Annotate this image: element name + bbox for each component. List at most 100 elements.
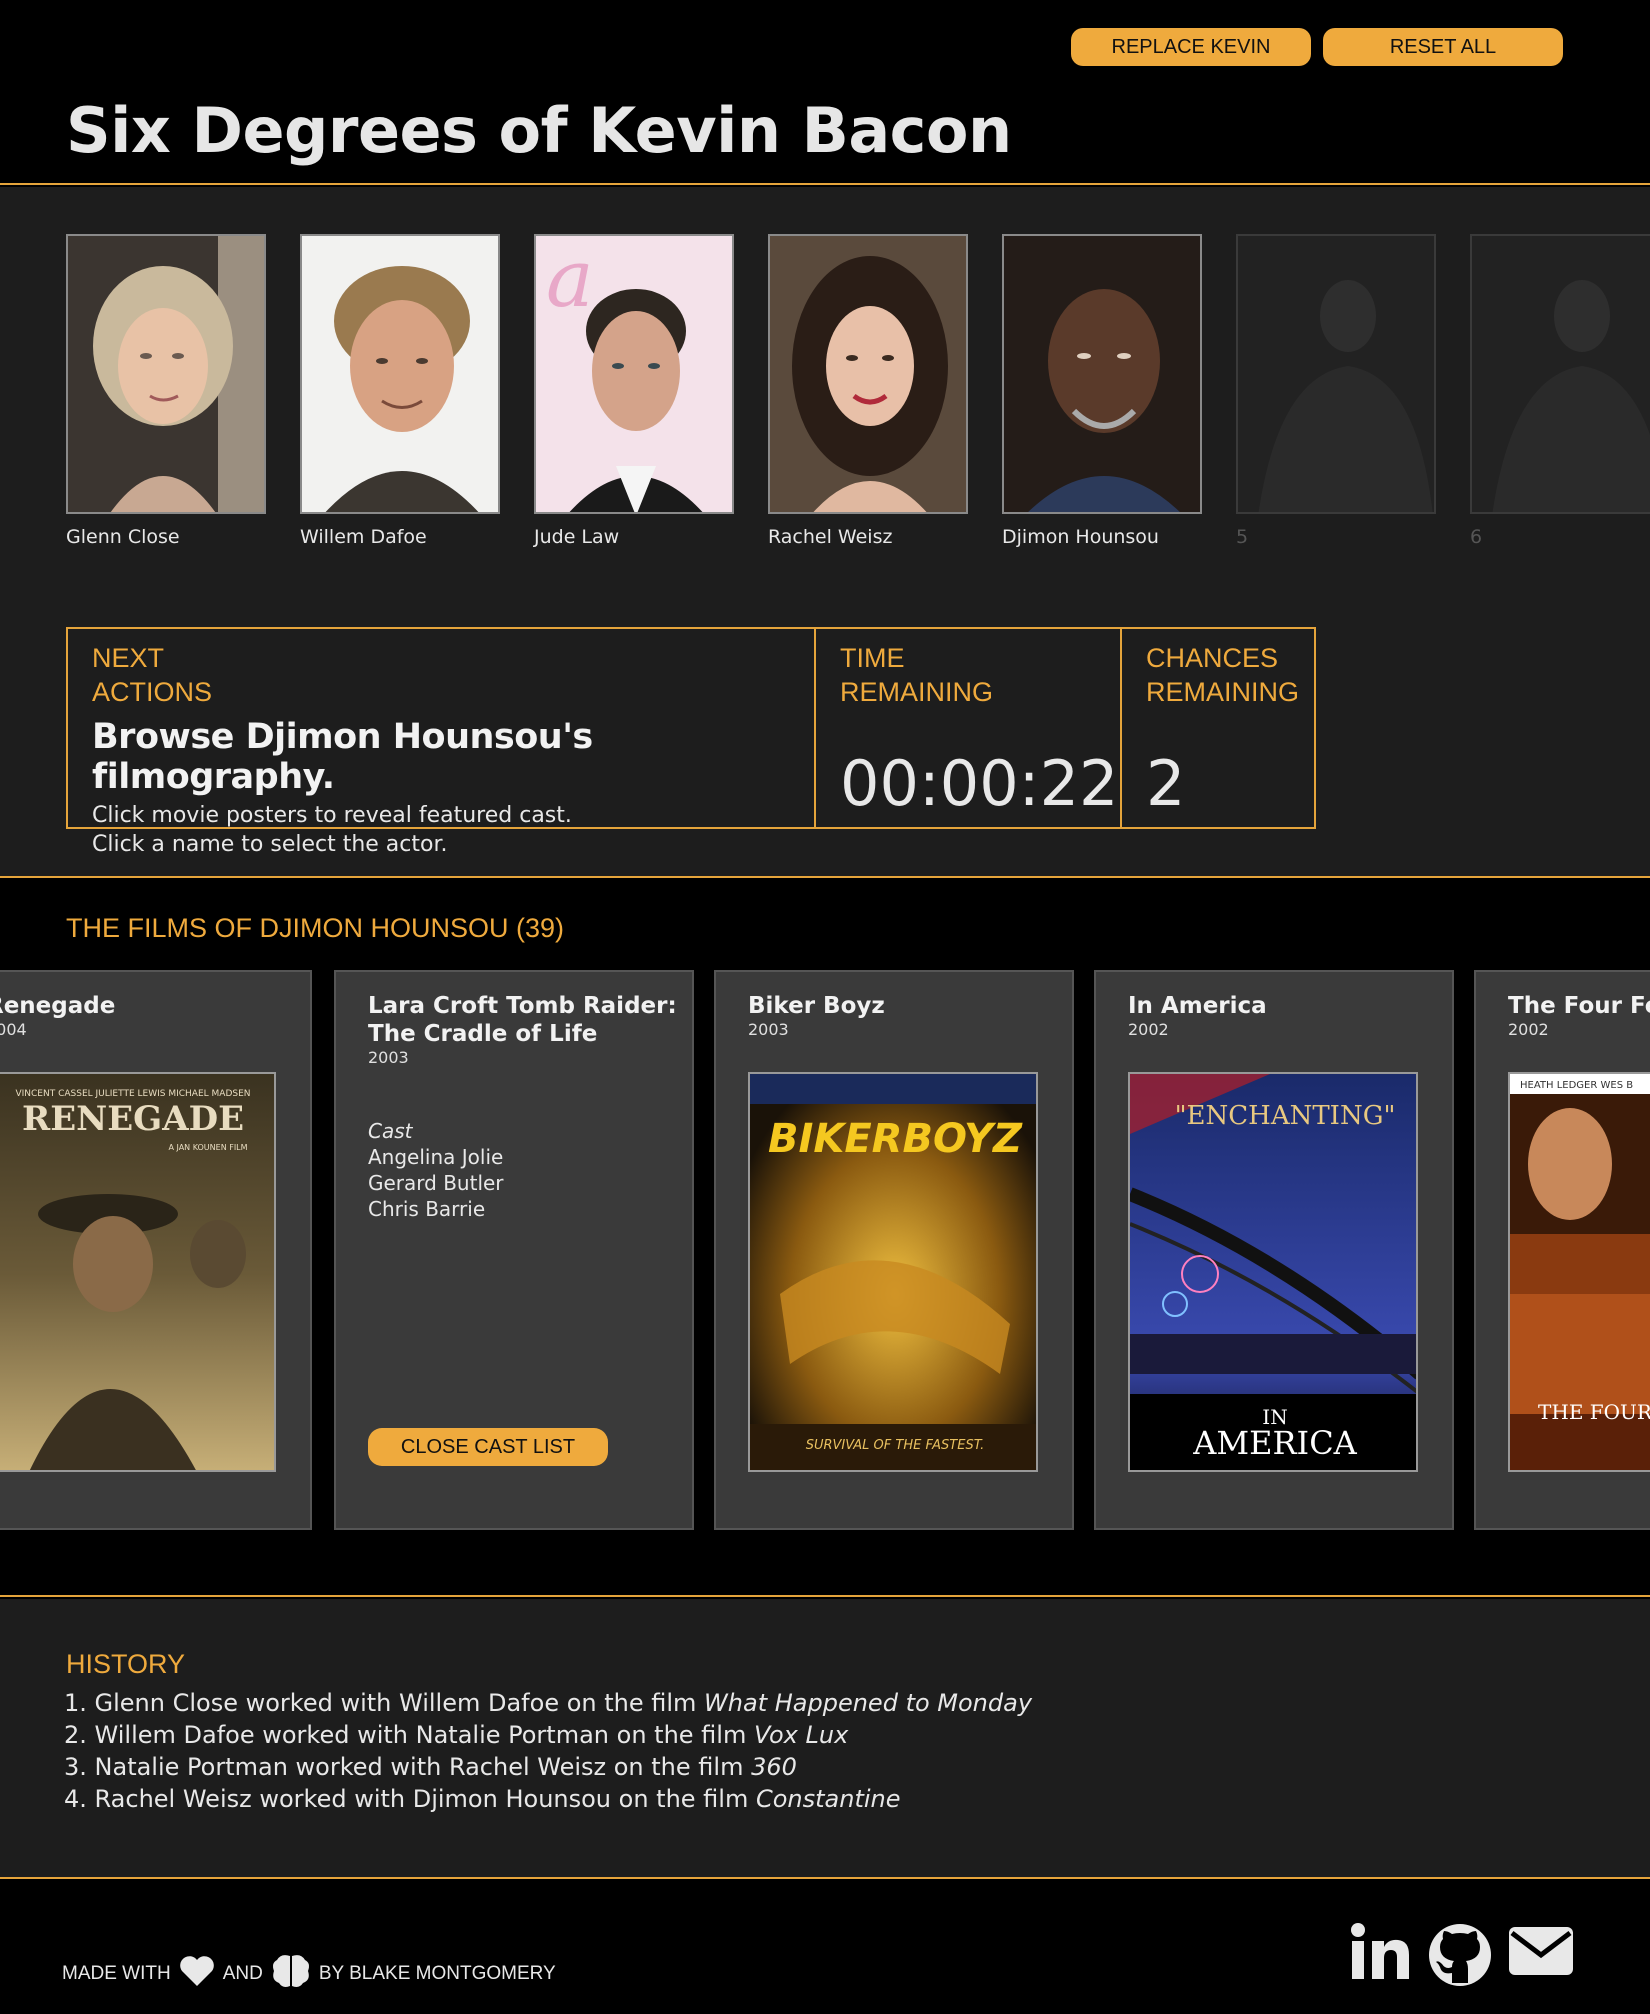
history-heading: HISTORY	[66, 1649, 186, 1679]
film-year: 2002	[1508, 1020, 1549, 1039]
film-card-biker-boyz[interactable]: Biker Boyz 2003 BIKERBOYZ SURVIVAL OF TH…	[714, 970, 1074, 1530]
movie-poster[interactable]: VINCENT CASSEL JULIETTE LEWIS MICHAEL MA…	[0, 1072, 276, 1472]
poster-credits: HEATH LEDGER WES B	[1520, 1080, 1633, 1091]
linkedin-icon[interactable]	[1350, 1923, 1410, 1985]
label-line: REMAINING	[840, 677, 994, 707]
replace-kevin-button[interactable]: REPLACE KEVIN	[1071, 28, 1311, 66]
jude-law-photo: a	[534, 234, 734, 514]
actor-name: Jude Law	[534, 526, 620, 548]
movie-poster[interactable]: "ENCHANTING" IN AMERICA	[1128, 1072, 1418, 1472]
film-year: 2004	[0, 1020, 27, 1039]
film-title: Biker Boyz	[748, 993, 885, 1019]
history-film: Vox Lux	[753, 1721, 849, 1749]
page-title: Six Degrees of Kevin Bacon	[66, 94, 1012, 167]
kevin-bacon-placeholder	[1470, 234, 1650, 514]
actor-card-djimon-hounsou[interactable]: Djimon Hounsou	[1002, 234, 1202, 548]
history-film: What Happened to Monday	[704, 1689, 1033, 1717]
time-remaining-cell: TIME REMAINING 00:00:22	[816, 629, 1122, 827]
label-line: REMAINING	[1146, 677, 1300, 707]
poster-tagline: SURVIVAL OF THE FASTEST.	[806, 1438, 985, 1453]
cast-member-link[interactable]: Chris Barrie	[368, 1197, 660, 1221]
kevin-bacon-placeholder	[1236, 234, 1436, 514]
film-card-four-feathers[interactable]: The Four Feathers 2002 HEATH LEDGER WES …	[1474, 970, 1650, 1530]
actor-slot-number: 5	[1236, 526, 1249, 548]
brain-icon	[271, 1953, 311, 1995]
status-panel: NEXT ACTIONS Browse Djimon Hounsou's fil…	[66, 627, 1316, 857]
footer-credit: MADE WITH AND BY BLAKE MONTGOMERY	[62, 1953, 556, 1995]
footer-text: AND	[222, 1963, 263, 1984]
film-title: Renegade	[0, 993, 116, 1019]
film-title: In America	[1128, 993, 1267, 1019]
header: REPLACE KEVIN RESET ALL Six Degrees of K…	[0, 0, 1650, 185]
rachel-weisz-photo	[768, 234, 968, 514]
label-line: CHANCES	[1146, 643, 1279, 673]
actor-chain-section: Glenn Close Willem Dafoe a Jude Law Rach…	[0, 187, 1650, 878]
chances-remaining-label: CHANCES REMAINING	[1146, 641, 1300, 709]
countdown-timer: 00:00:22	[840, 747, 1119, 820]
time-remaining-label: TIME REMAINING	[840, 641, 1096, 709]
actor-card-jude-law[interactable]: a Jude Law	[534, 234, 734, 548]
actor-slot-5: 5	[1236, 234, 1436, 548]
film-card-renegade[interactable]: Renegade 2004 VINCENT CASSEL JULIETTE LE…	[0, 970, 312, 1530]
next-actions-label: NEXT ACTIONS	[92, 641, 790, 709]
willem-dafoe-photo	[300, 234, 500, 514]
label-line: TIME	[840, 643, 905, 673]
poster-credits: VINCENT CASSEL JULIETTE LEWIS MICHAEL MA…	[15, 1089, 250, 1099]
reset-all-button[interactable]: RESET ALL	[1323, 28, 1563, 66]
film-title: The Four Feathers	[1508, 993, 1650, 1019]
cast-label: Cast	[368, 1119, 413, 1143]
actor-name: Rachel Weisz	[768, 526, 893, 548]
history-text: 4. Rachel Weisz worked with Djimon Houns…	[64, 1785, 756, 1813]
poster-title: BIKERBOYZ	[768, 1116, 1023, 1162]
actor-card-glenn-close[interactable]: Glenn Close	[66, 234, 266, 548]
film-card-lara-croft[interactable]: Lara Croft Tomb Raider: The Cradle of Li…	[334, 970, 694, 1530]
history-entry: 4. Rachel Weisz worked with Djimon Houns…	[64, 1783, 1032, 1815]
history-text: 2. Willem Dafoe worked with Natalie Port…	[64, 1721, 754, 1749]
actor-name: Glenn Close	[66, 526, 180, 548]
history-text: 1. Glenn Close worked with Willem Dafoe …	[64, 1689, 705, 1717]
chances-count: 2	[1146, 747, 1186, 820]
label-line: NEXT	[92, 643, 165, 673]
close-cast-list-button[interactable]: CLOSE CAST LIST	[368, 1428, 608, 1466]
footer: MADE WITH AND BY BLAKE MONTGOMERY	[0, 1881, 1650, 2014]
history-section: HISTORY 1. Glenn Close worked with Wille…	[0, 1599, 1650, 1879]
mail-icon[interactable]	[1508, 1923, 1574, 1981]
history-film: 360	[751, 1753, 797, 1781]
next-action-heading: Browse Djimon Hounsou's filmography.	[92, 717, 593, 797]
actor-slot-number: 6	[1470, 526, 1483, 548]
film-year: 2003	[748, 1020, 789, 1039]
actor-card-rachel-weisz[interactable]: Rachel Weisz	[768, 234, 968, 548]
cast-member-link[interactable]: Angelina Jolie	[368, 1145, 660, 1169]
footer-text: MADE WITH	[62, 1963, 171, 1984]
film-year: 2003	[368, 1048, 409, 1067]
poster-title: AMERICA	[1192, 1424, 1357, 1462]
movie-poster[interactable]: HEATH LEDGER WES B THE FOUR	[1508, 1072, 1650, 1472]
actor-card-willem-dafoe[interactable]: Willem Dafoe	[300, 234, 500, 548]
history-entry: 3. Natalie Portman worked with Rachel We…	[64, 1751, 1032, 1783]
footer-text: BY BLAKE MONTGOMERY	[318, 1963, 556, 1984]
chances-remaining-cell: CHANCES REMAINING 2	[1122, 629, 1314, 827]
github-icon[interactable]	[1428, 1923, 1492, 1991]
history-entry: 2. Willem Dafoe worked with Natalie Port…	[64, 1719, 1032, 1751]
poster-director-credit: A JAN KOUNEN FILM	[168, 1143, 247, 1152]
label-line: ACTIONS	[92, 677, 213, 707]
film-card-in-america[interactable]: In America 2002 "ENCHANTING" IN AMERICA	[1094, 970, 1454, 1530]
actor-name: Djimon Hounsou	[1002, 526, 1159, 548]
film-year: 2002	[1128, 1020, 1169, 1039]
cast-member-link[interactable]: Gerard Butler	[368, 1171, 660, 1195]
svg-text:a: a	[546, 236, 594, 325]
actor-slot-6: 6	[1470, 234, 1650, 548]
poster-title: THE FOUR	[1538, 1400, 1650, 1424]
djimon-hounsou-photo	[1002, 234, 1202, 514]
instruction-line: Click a name to select the actor.	[92, 832, 448, 857]
movie-poster[interactable]: BIKERBOYZ SURVIVAL OF THE FASTEST.	[748, 1072, 1038, 1472]
actor-name: Willem Dafoe	[300, 526, 427, 548]
film-title: Lara Croft Tomb Raider:	[368, 993, 677, 1019]
poster-title: RENEGADE	[22, 1099, 244, 1139]
history-film: Constantine	[755, 1785, 901, 1813]
next-actions-cell: NEXT ACTIONS Browse Djimon Hounsou's fil…	[68, 629, 816, 857]
film-title: The Cradle of Life	[368, 1021, 598, 1047]
history-text: 3. Natalie Portman worked with Rachel We…	[64, 1753, 752, 1781]
poster-quote: "ENCHANTING"	[1175, 1101, 1396, 1131]
instruction-line: Click movie posters to reveal featured c…	[92, 803, 572, 828]
